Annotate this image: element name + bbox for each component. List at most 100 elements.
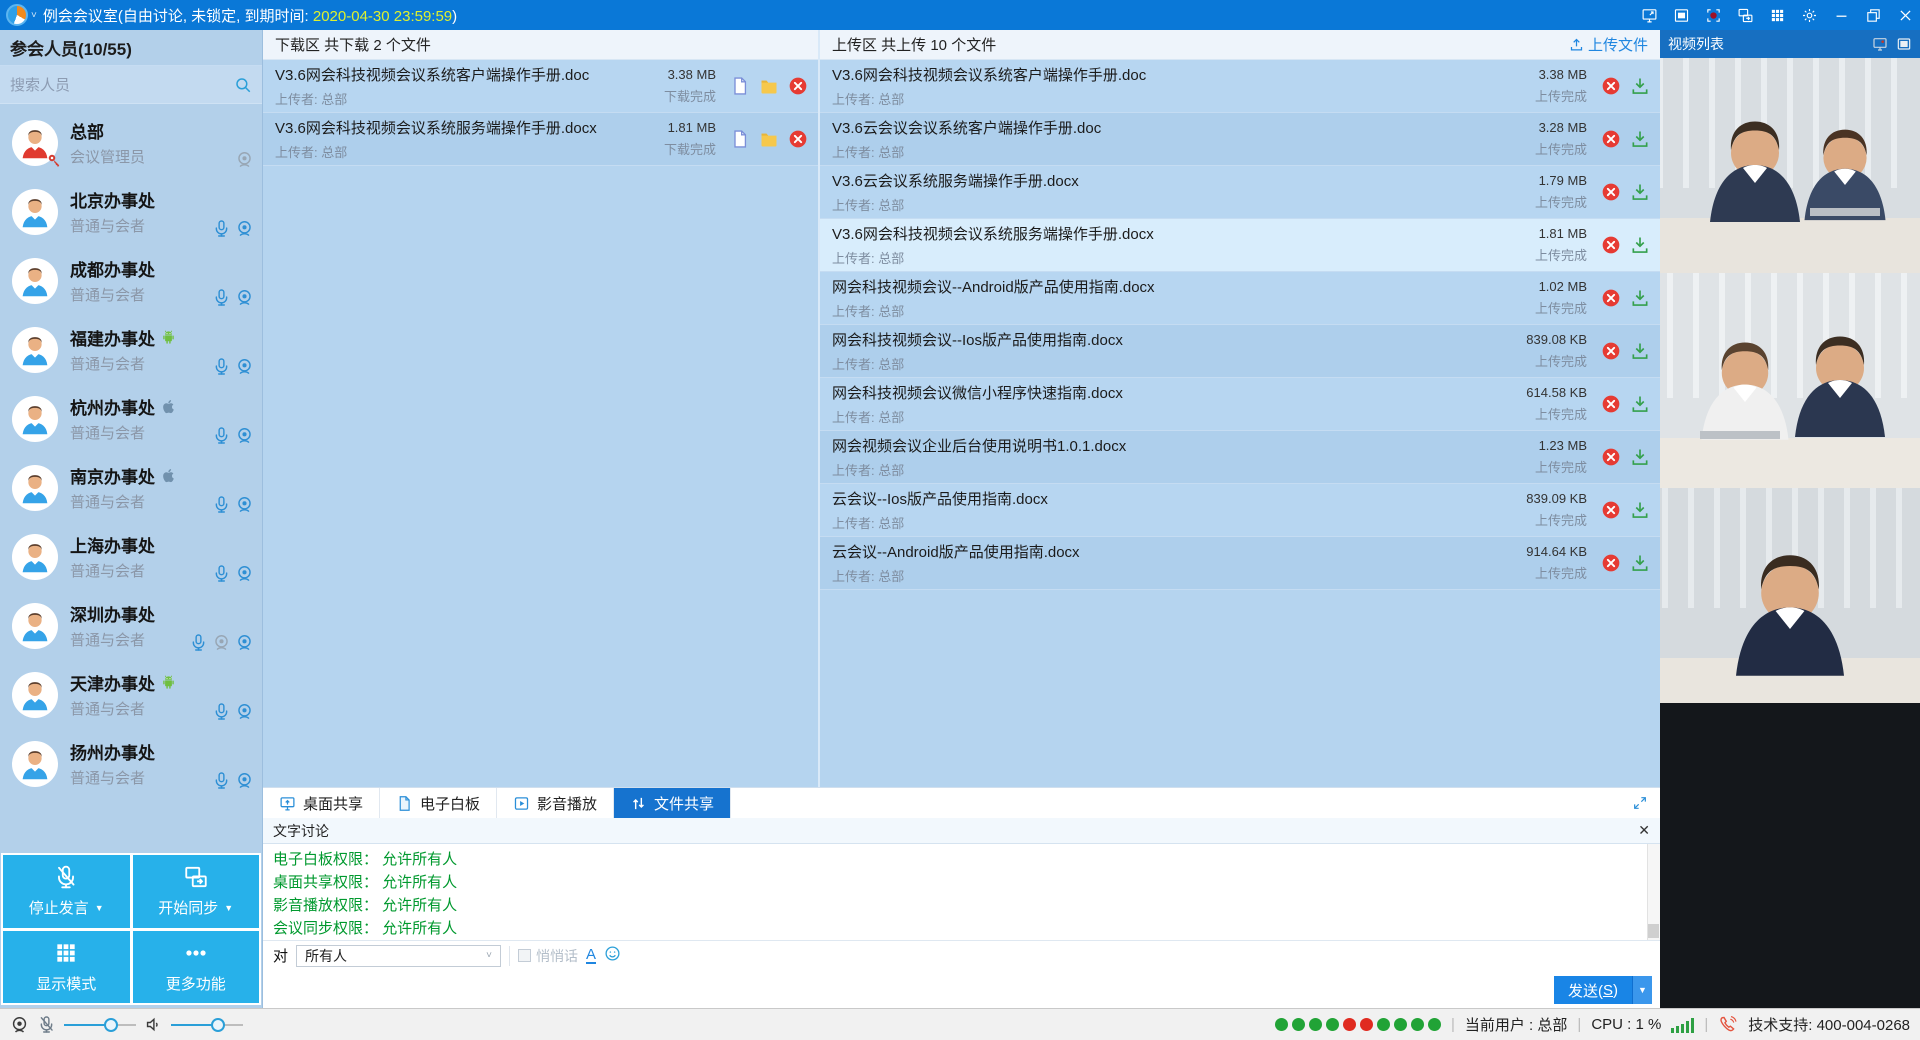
restore-icon[interactable] bbox=[1864, 6, 1882, 24]
message-compose-area[interactable]: 发送(S) ▼ bbox=[263, 970, 1660, 1008]
tab-文件共享[interactable]: 文件共享 bbox=[614, 788, 731, 818]
delete-icon[interactable] bbox=[1601, 182, 1621, 202]
mic-icon[interactable] bbox=[212, 219, 231, 238]
delete-icon[interactable] bbox=[1601, 447, 1621, 467]
open-folder-icon[interactable] bbox=[759, 76, 779, 96]
delete-icon[interactable] bbox=[1601, 129, 1621, 149]
mic-icon[interactable] bbox=[212, 771, 231, 790]
search-icon[interactable] bbox=[234, 76, 252, 94]
file-row[interactable]: 云会议--Android版产品使用指南.docx 上传者: 总部 914.64 … bbox=[820, 537, 1660, 590]
speaker-volume-thumb[interactable] bbox=[211, 1018, 225, 1032]
delete-icon[interactable] bbox=[1601, 341, 1621, 361]
chat-scrollbar[interactable] bbox=[1647, 844, 1660, 940]
settings-gear-icon[interactable] bbox=[1800, 6, 1818, 24]
download-icon[interactable] bbox=[1630, 447, 1650, 467]
action-button-更多功能[interactable]: 更多功能 bbox=[133, 931, 260, 1004]
video-thumbnail[interactable] bbox=[1660, 58, 1920, 273]
mic-icon[interactable] bbox=[212, 426, 231, 445]
file-row[interactable]: V3.6网会科技视频会议系统客户端操作手册.doc 上传者: 总部 3.38 M… bbox=[263, 60, 818, 113]
file-row[interactable]: 网会视频会议企业后台使用说明书1.0.1.docx 上传者: 总部 1.23 M… bbox=[820, 431, 1660, 484]
participant-row[interactable]: 福建办事处 普通与会者 bbox=[0, 315, 262, 384]
mic-icon[interactable] bbox=[212, 702, 231, 721]
download-icon[interactable] bbox=[1630, 235, 1650, 255]
open-file-icon[interactable] bbox=[730, 129, 750, 149]
file-row[interactable]: V3.6网会科技视频会议系统服务端操作手册.docx 上传者: 总部 1.81 … bbox=[820, 219, 1660, 272]
mic-volume-slider[interactable] bbox=[64, 1018, 136, 1032]
delete-icon[interactable] bbox=[1601, 235, 1621, 255]
speaker-icon[interactable] bbox=[144, 1015, 163, 1034]
participant-row[interactable]: 成都办事处 普通与会者 bbox=[0, 246, 262, 315]
camera-icon[interactable] bbox=[235, 771, 254, 790]
download-icon[interactable] bbox=[1630, 341, 1650, 361]
mic-icon[interactable] bbox=[189, 633, 208, 652]
font-button[interactable]: A bbox=[586, 947, 596, 964]
screen-share-icon[interactable] bbox=[1640, 6, 1658, 24]
file-row[interactable]: V3.6网会科技视频会议系统客户端操作手册.doc 上传者: 总部 3.38 M… bbox=[820, 60, 1660, 113]
delete-icon[interactable] bbox=[1601, 394, 1621, 414]
action-button-显示模式[interactable]: 显示模式 bbox=[3, 931, 130, 1004]
delete-icon[interactable] bbox=[1601, 288, 1621, 308]
camera-icon[interactable] bbox=[235, 633, 254, 652]
presentation-icon[interactable] bbox=[1672, 6, 1690, 24]
video-layout-icon[interactable] bbox=[1896, 36, 1912, 52]
participant-row[interactable]: 北京办事处 普通与会者 bbox=[0, 177, 262, 246]
file-row[interactable]: 网会科技视频会议微信小程序快速指南.docx 上传者: 总部 614.58 KB… bbox=[820, 378, 1660, 431]
chat-close-icon[interactable]: ✕ bbox=[1638, 822, 1650, 839]
participant-row[interactable]: 总部 会议管理员 bbox=[0, 108, 262, 177]
participant-row[interactable]: 南京办事处 普通与会者 bbox=[0, 453, 262, 522]
camera-icon[interactable] bbox=[235, 495, 254, 514]
app-logo-icon[interactable] bbox=[6, 4, 28, 26]
participant-row[interactable]: 深圳办事处 普通与会者 bbox=[0, 591, 262, 660]
chevron-down-icon[interactable]: ˅ bbox=[31, 10, 37, 21]
tab-影音播放[interactable]: 影音播放 bbox=[497, 788, 614, 818]
camera-icon[interactable] bbox=[235, 219, 254, 238]
download-icon[interactable] bbox=[1630, 288, 1650, 308]
tab-桌面共享[interactable]: 桌面共享 bbox=[263, 788, 380, 818]
participant-row[interactable]: 杭州办事处 普通与会者 bbox=[0, 384, 262, 453]
open-folder-icon[interactable] bbox=[759, 129, 779, 149]
camera-icon[interactable] bbox=[235, 357, 254, 376]
file-row[interactable]: V3.6云会议会议系统客户端操作手册.doc 上传者: 总部 3.28 MB 上… bbox=[820, 113, 1660, 166]
grid-icon[interactable] bbox=[1768, 6, 1786, 24]
mic-icon[interactable] bbox=[212, 564, 231, 583]
whisper-checkbox[interactable]: 悄悄话 bbox=[518, 946, 578, 966]
mic-volume-thumb[interactable] bbox=[104, 1018, 118, 1032]
delete-icon[interactable] bbox=[788, 129, 808, 149]
emoji-button[interactable] bbox=[604, 945, 621, 967]
participant-row[interactable]: 天津办事处 普通与会者 bbox=[0, 660, 262, 729]
participant-row[interactable]: 扬州办事处 普通与会者 bbox=[0, 729, 262, 798]
video-thumbnail[interactable] bbox=[1660, 273, 1920, 488]
recipient-select[interactable]: 所有人˅ bbox=[296, 945, 501, 967]
search-input[interactable]: 搜索人员 bbox=[0, 66, 262, 104]
download-icon[interactable] bbox=[1630, 553, 1650, 573]
camera-icon[interactable] bbox=[235, 288, 254, 307]
mic-icon[interactable] bbox=[212, 288, 231, 307]
video-source-icon[interactable] bbox=[1872, 36, 1888, 52]
delete-icon[interactable] bbox=[1601, 76, 1621, 96]
mic-muted-icon[interactable] bbox=[37, 1015, 56, 1034]
action-button-开始同步[interactable]: 开始同步▼ bbox=[133, 855, 260, 928]
speaker-volume-slider[interactable] bbox=[171, 1018, 243, 1032]
download-icon[interactable] bbox=[1630, 500, 1650, 520]
delete-icon[interactable] bbox=[788, 76, 808, 96]
file-row[interactable]: V3.6云会议系统服务端操作手册.docx 上传者: 总部 1.79 MB 上传… bbox=[820, 166, 1660, 219]
sync-screens-icon[interactable] bbox=[1736, 6, 1754, 24]
mic-icon[interactable] bbox=[212, 495, 231, 514]
camera-icon[interactable] bbox=[235, 564, 254, 583]
file-row[interactable]: V3.6网会科技视频会议系统服务端操作手册.docx 上传者: 总部 1.81 … bbox=[263, 113, 818, 166]
camera-icon[interactable] bbox=[212, 633, 231, 652]
mic-icon[interactable] bbox=[212, 357, 231, 376]
expand-fullscreen-icon[interactable] bbox=[1620, 788, 1660, 818]
download-icon[interactable] bbox=[1630, 129, 1650, 149]
tab-电子白板[interactable]: 电子白板 bbox=[380, 788, 497, 818]
send-button[interactable]: 发送(S) bbox=[1554, 976, 1632, 1004]
camera-icon[interactable] bbox=[235, 150, 254, 169]
video-thumbnail[interactable] bbox=[1660, 488, 1920, 703]
upload-file-button[interactable]: 上传文件 bbox=[1569, 34, 1648, 55]
download-icon[interactable] bbox=[1630, 394, 1650, 414]
checkbox-icon[interactable] bbox=[518, 949, 531, 962]
minimize-icon[interactable] bbox=[1832, 6, 1850, 24]
download-icon[interactable] bbox=[1630, 182, 1650, 202]
record-icon[interactable] bbox=[1704, 6, 1722, 24]
chat-scrollbar-thumb[interactable] bbox=[1648, 924, 1659, 938]
